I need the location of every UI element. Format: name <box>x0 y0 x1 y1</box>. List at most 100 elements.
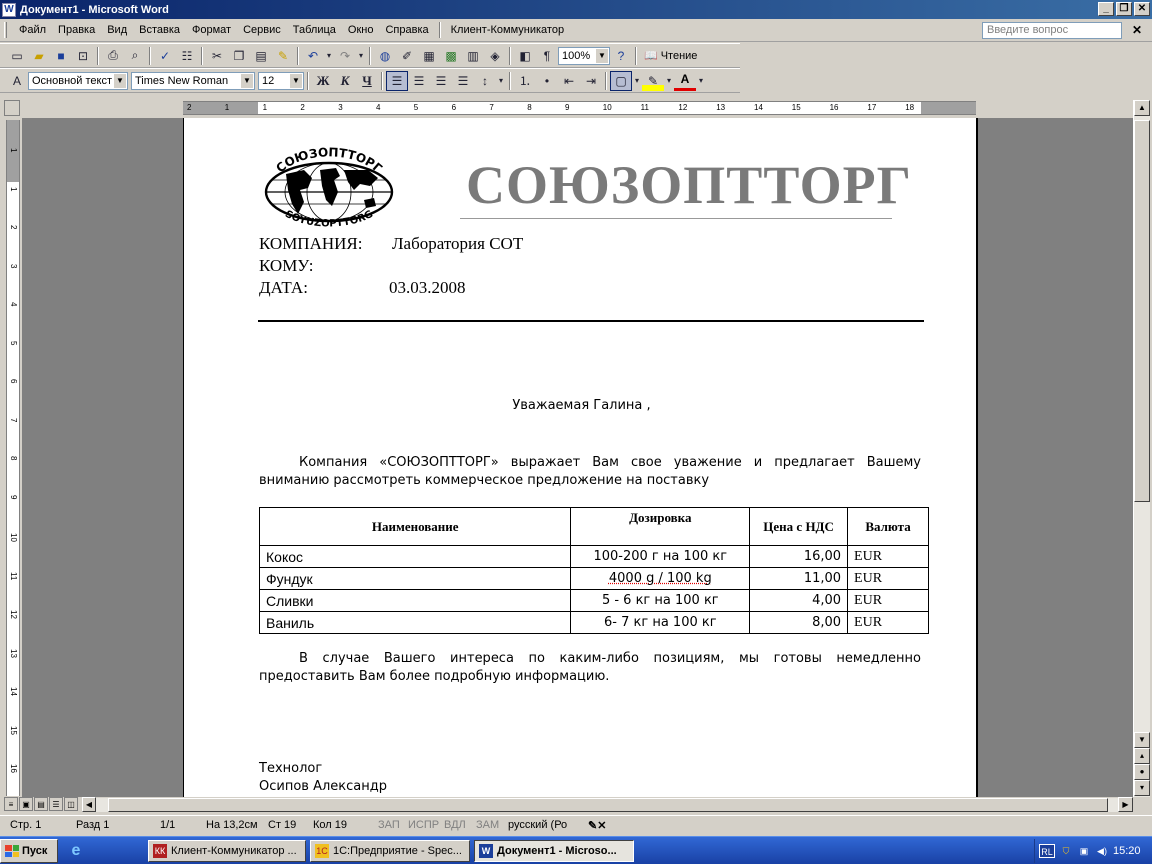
normal-view-icon[interactable]: ≡ <box>4 797 18 811</box>
horizontal-ruler[interactable]: 2 1 1 2 3 4 5 6 7 8 9 10 11 12 13 14 15 16 17 18 <box>183 101 976 115</box>
outline-view-icon[interactable]: ☰ <box>49 797 63 811</box>
ask-question-input[interactable]: Введите вопрос <box>982 22 1122 39</box>
menu-view[interactable]: Вид <box>101 24 133 36</box>
underline-button[interactable]: Ч <box>356 71 378 91</box>
style-select[interactable]: Основной текст ▼ <box>28 71 128 90</box>
borders-dropdown-icon[interactable]: ▾ <box>632 71 642 91</box>
horizontal-scroll-track[interactable] <box>96 798 1118 812</box>
highlight-dropdown-icon[interactable]: ▾ <box>664 71 674 91</box>
scroll-up-icon[interactable]: ▲ <box>1134 100 1150 116</box>
show-formatting-icon[interactable]: ¶ <box>536 46 558 66</box>
cut-icon[interactable]: ✂ <box>206 46 228 66</box>
open-folder-icon[interactable]: ▰ <box>28 46 50 66</box>
status-language[interactable]: русский (Ро <box>508 819 567 831</box>
menu-edit[interactable]: Правка <box>52 24 101 36</box>
menu-grip[interactable] <box>4 22 7 38</box>
drawing-icon[interactable]: ◈ <box>484 46 506 66</box>
vertical-scroll-thumb[interactable] <box>1134 120 1150 502</box>
chevron-down-icon[interactable]: ▼ <box>596 48 608 63</box>
internet-explorer-icon[interactable]: e <box>66 841 86 861</box>
redo-dropdown-icon[interactable]: ▾ <box>356 46 366 66</box>
scroll-down-icon[interactable]: ▼ <box>1134 732 1150 748</box>
status-record[interactable]: ЗАП <box>378 819 400 831</box>
font-select[interactable]: Times New Roman ▼ <box>131 71 255 90</box>
styles-formatting-icon[interactable]: A <box>6 71 28 91</box>
numbering-icon[interactable]: ⒈ <box>514 71 536 91</box>
document-page[interactable]: СОЮЗОПТТОРГ SOYUZOPTTORG СОЮЗОПТТОРГ КОМ… <box>183 118 978 797</box>
volume-icon[interactable]: ◀) <box>1095 844 1109 858</box>
borders-icon[interactable]: ▢ <box>610 70 632 91</box>
menu-client-communicator[interactable]: Клиент-Коммуникатор <box>445 24 570 36</box>
status-overtype[interactable]: ЗАМ <box>476 819 499 831</box>
help-icon[interactable]: ? <box>610 46 632 66</box>
increase-indent-icon[interactable]: ⇥ <box>580 71 602 91</box>
highlight-icon[interactable]: ✎ <box>642 70 664 91</box>
select-browse-object-icon[interactable]: ● <box>1134 764 1150 780</box>
previous-page-icon[interactable]: ▴ <box>1134 748 1150 764</box>
chevron-down-icon[interactable]: ▼ <box>114 73 126 88</box>
task-word-document[interactable]: W Документ1 - Microso... <box>474 840 634 862</box>
status-track-changes[interactable]: ИСПР <box>408 819 439 831</box>
research-icon[interactable]: ☷ <box>176 46 198 66</box>
bullets-icon[interactable]: • <box>536 71 558 91</box>
task-client-communicator[interactable]: КК Клиент-Коммуникатор ... <box>148 840 306 862</box>
line-spacing-icon[interactable]: ↕ <box>474 71 496 91</box>
menu-help[interactable]: Справка <box>379 24 434 36</box>
print-preview-icon[interactable]: ⌕ <box>124 46 146 66</box>
format-painter-icon[interactable]: ✎ <box>272 46 294 66</box>
language-indicator[interactable]: RL <box>1039 844 1055 858</box>
new-document-icon[interactable]: ▭ <box>6 46 28 66</box>
doc-close-icon[interactable]: ✕ <box>1132 23 1142 37</box>
spelling-icon[interactable]: ✓ <box>154 46 176 66</box>
word-app-icon[interactable]: W <box>2 2 16 17</box>
scroll-left-icon[interactable]: ◀ <box>82 797 96 812</box>
menu-format[interactable]: Формат <box>186 24 237 36</box>
network-icon[interactable]: ▣ <box>1077 844 1091 858</box>
italic-button[interactable]: К <box>334 71 356 91</box>
undo-icon[interactable]: ↶ <box>302 46 324 66</box>
align-center-icon[interactable]: ☰ <box>408 71 430 91</box>
zoom-select[interactable]: 100% ▼ <box>558 46 610 65</box>
hyperlink-icon[interactable]: ◍ <box>374 46 396 66</box>
chevron-down-icon[interactable]: ▼ <box>290 73 302 88</box>
reading-mode-button[interactable]: 📖 Чтение <box>640 49 701 63</box>
print-icon[interactable]: ⎙ <box>102 46 124 66</box>
tab-selector[interactable] <box>4 100 20 116</box>
task-1c-enterprise[interactable]: 1С 1С:Предприятие - Spec... <box>310 840 470 862</box>
copy-icon[interactable]: ❐ <box>228 46 250 66</box>
redo-icon[interactable]: ↷ <box>334 46 356 66</box>
bold-button[interactable]: Ж <box>312 71 334 91</box>
line-spacing-dropdown-icon[interactable]: ▾ <box>496 71 506 91</box>
menu-file[interactable]: Файл <box>13 24 52 36</box>
permission-icon[interactable]: ⊡ <box>72 46 94 66</box>
justify-icon[interactable]: ☰ <box>452 71 474 91</box>
undo-dropdown-icon[interactable]: ▾ <box>324 46 334 66</box>
print-layout-icon[interactable]: ▤ <box>34 797 48 811</box>
menu-table[interactable]: Таблица <box>287 24 342 36</box>
paste-icon[interactable]: ▤ <box>250 46 272 66</box>
close-button[interactable]: ✕ <box>1134 2 1150 16</box>
reading-view-icon[interactable]: ◫ <box>64 797 78 811</box>
vertical-scrollbar[interactable]: ▲ ▼ ▴ ● ▾ <box>1133 100 1150 797</box>
menu-window[interactable]: Окно <box>342 24 380 36</box>
horizontal-scroll-thumb[interactable] <box>108 798 1108 812</box>
tables-borders-icon[interactable]: ✐ <box>396 46 418 66</box>
save-icon[interactable]: ■ <box>50 46 72 66</box>
status-extend[interactable]: ВДЛ <box>444 819 466 831</box>
start-button[interactable]: Пуск <box>0 839 58 863</box>
insert-excel-icon[interactable]: ▩ <box>440 46 462 66</box>
chevron-down-icon[interactable]: ▼ <box>241 73 253 88</box>
vertical-ruler[interactable]: 1 1 2 3 4 5 6 7 8 9 10 11 12 13 14 15 16 <box>6 120 20 796</box>
web-view-icon[interactable]: ▣ <box>19 797 33 811</box>
align-right-icon[interactable]: ☰ <box>430 71 452 91</box>
document-map-icon[interactable]: ◧ <box>514 46 536 66</box>
decrease-indent-icon[interactable]: ⇤ <box>558 71 580 91</box>
font-color-icon[interactable]: A <box>674 71 696 91</box>
menu-tools[interactable]: Сервис <box>237 24 287 36</box>
font-color-dropdown-icon[interactable]: ▾ <box>696 71 706 91</box>
scroll-right-icon[interactable]: ▶ <box>1118 797 1133 812</box>
align-left-icon[interactable]: ☰ <box>386 70 408 91</box>
minimize-button[interactable]: _ <box>1098 2 1114 16</box>
menu-insert[interactable]: Вставка <box>133 24 186 36</box>
next-page-icon[interactable]: ▾ <box>1134 780 1150 796</box>
